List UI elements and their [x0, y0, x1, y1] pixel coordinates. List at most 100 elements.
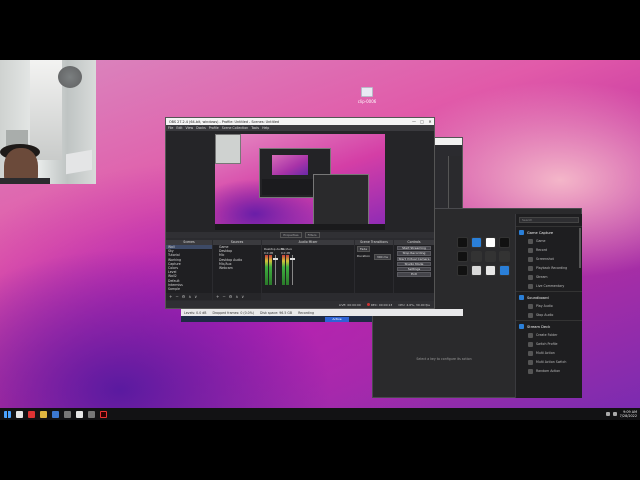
action-item[interactable]: Screenshot	[516, 255, 582, 264]
add-scene-button[interactable]: +	[169, 294, 172, 299]
desktop-file-icon[interactable]: clip-0006	[354, 87, 380, 104]
recording-icon[interactable]	[100, 410, 107, 418]
menu-file[interactable]: File	[168, 126, 173, 130]
stream-deck-key[interactable]	[457, 265, 468, 276]
rec-status: REC: 00:00:13	[366, 302, 392, 307]
stream-deck-key[interactable]	[499, 265, 510, 276]
network-icon[interactable]	[605, 412, 610, 416]
search-icon[interactable]	[16, 410, 23, 418]
stats-levels: Levels: 0.0 dB	[184, 310, 207, 315]
start-streaming-button[interactable]: Start Streaming	[397, 246, 431, 251]
duration-input[interactable]: 300 ms	[373, 254, 391, 260]
stop-recording-button[interactable]: Stop Recording	[397, 251, 431, 256]
webcam-laptop	[66, 149, 92, 175]
action-icon	[528, 275, 533, 280]
taskbar: 9:09 AM 7/28/2022	[0, 408, 640, 420]
maximize-button[interactable]: □	[418, 119, 426, 124]
stream-deck-key[interactable]	[499, 237, 510, 248]
app-icon[interactable]	[28, 410, 35, 418]
preview-canvas[interactable]	[215, 134, 385, 230]
source-item[interactable]: Webcam	[213, 266, 261, 270]
section-stream-deck[interactable]: Stream Deck	[516, 320, 582, 331]
start-icon[interactable]	[4, 410, 11, 418]
remove-source-button[interactable]: −	[222, 294, 225, 299]
action-item[interactable]: Multi Action Switch	[516, 358, 582, 367]
obs-icon[interactable]	[76, 410, 83, 418]
stream-deck-key[interactable]	[485, 251, 496, 262]
obs-titlebar[interactable]: OBS 27.2.4 (64-bit, windows) - Profile: …	[166, 118, 434, 125]
browser-icon[interactable]	[52, 410, 59, 418]
action-icon	[528, 284, 533, 289]
stats-disk: Disk space: 96.5 GB	[259, 310, 293, 315]
obs-window[interactable]: OBS 27.2.4 (64-bit, windows) - Profile: …	[165, 117, 435, 309]
stream-deck-key[interactable]	[499, 251, 510, 262]
move-source-down-button[interactable]: ∨	[241, 294, 244, 299]
action-item[interactable]: Create Folder	[516, 331, 582, 340]
add-source-button[interactable]: +	[216, 294, 219, 299]
action-item[interactable]: Play Audio	[516, 302, 582, 311]
start-virtual-camera-button[interactable]: Start Virtual Camera	[397, 256, 431, 261]
menu-scene-collection[interactable]: Scene Collection	[222, 126, 249, 130]
clock[interactable]: 9:09 AM 7/28/2022	[620, 410, 637, 418]
exit-button[interactable]: Exit	[397, 272, 431, 277]
stream-deck-key[interactable]	[457, 237, 468, 248]
menu-edit[interactable]: Edit	[176, 126, 182, 130]
action-icon	[528, 266, 533, 271]
screen: clip-0006 Select a key to configure its …	[0, 0, 640, 480]
obs-preview[interactable]: No source selected	[166, 131, 434, 236]
filters-button[interactable]: Filters	[304, 232, 320, 238]
move-scene-up-button[interactable]: ∧	[188, 294, 191, 299]
action-item[interactable]: Multi Action	[516, 349, 582, 358]
menu-help[interactable]: Help	[262, 126, 269, 130]
volume-meter	[282, 255, 285, 285]
action-item[interactable]: Stream	[516, 273, 582, 282]
source-settings-button[interactable]: ⚙	[229, 294, 233, 299]
close-button[interactable]: ✕	[426, 119, 434, 124]
volume-fader[interactable]	[273, 255, 278, 285]
action-item[interactable]: Playback Recording	[516, 264, 582, 273]
section-soundboard[interactable]: Soundboard	[516, 291, 582, 302]
studio-mode-button[interactable]: Studio Mode	[397, 261, 431, 267]
action-item[interactable]: Live Commentary	[516, 282, 582, 291]
minimize-button[interactable]: —	[410, 119, 418, 124]
stream-deck-key[interactable]	[485, 237, 496, 248]
menu-profile[interactable]: Profile	[209, 126, 219, 130]
system-tray: 9:09 AM 7/28/2022	[605, 410, 640, 418]
actions-search-input[interactable]: Search	[519, 217, 579, 223]
stream-deck-actions-panel: Search Game Capture Game Record Screensh…	[515, 214, 582, 398]
volume-fader[interactable]	[290, 255, 295, 285]
obs-window-title: OBS 27.2.4 (64-bit, windows) - Profile: …	[169, 119, 280, 124]
remove-scene-button[interactable]: −	[175, 294, 178, 299]
stream-deck-key[interactable]	[485, 265, 496, 276]
action-icon	[528, 239, 533, 244]
obs-status-bar: LIVE: 00:00:00 REC: 00:00:13 CPU: 4.6%, …	[166, 301, 434, 308]
action-item[interactable]: Random Action	[516, 367, 582, 376]
settings-button[interactable]: Settings	[397, 267, 431, 272]
settings-icon[interactable]	[64, 410, 71, 418]
action-item[interactable]: Stop Audio	[516, 311, 582, 320]
sources-footer: + − ⚙ ∧ ∨	[213, 293, 261, 300]
action-item[interactable]: Game	[516, 237, 582, 246]
move-scene-down-button[interactable]: ∨	[194, 294, 197, 299]
transition-select[interactable]: Fade	[357, 246, 371, 252]
nested-webcam	[215, 134, 241, 164]
scenes-list: Wall Sky Tutorial Working Capture Colors…	[166, 245, 212, 293]
stream-deck-icon[interactable]	[88, 410, 95, 418]
menu-docks[interactable]: Docks	[196, 126, 206, 130]
move-source-up-button[interactable]: ∧	[235, 294, 238, 299]
action-item[interactable]: Record	[516, 246, 582, 255]
stream-deck-key[interactable]	[457, 251, 468, 262]
stream-deck-key[interactable]	[471, 265, 482, 276]
menu-tools[interactable]: Tools	[251, 126, 259, 130]
stream-deck-key[interactable]	[471, 237, 482, 248]
volume-icon[interactable]	[612, 412, 617, 416]
action-item[interactable]: Switch Profile	[516, 340, 582, 349]
scene-settings-button[interactable]: ⚙	[182, 294, 186, 299]
scene-item[interactable]: Sample	[166, 287, 212, 291]
stats-strip: Levels: 0.0 dB Dropped frames: 0 (0.0%) …	[181, 309, 463, 316]
folder-icon[interactable]	[40, 410, 47, 418]
properties-button[interactable]: Properties	[280, 232, 302, 238]
menu-view[interactable]: View	[186, 126, 194, 130]
stream-deck-key[interactable]	[471, 251, 482, 262]
section-game-capture[interactable]: Game Capture	[516, 226, 582, 237]
